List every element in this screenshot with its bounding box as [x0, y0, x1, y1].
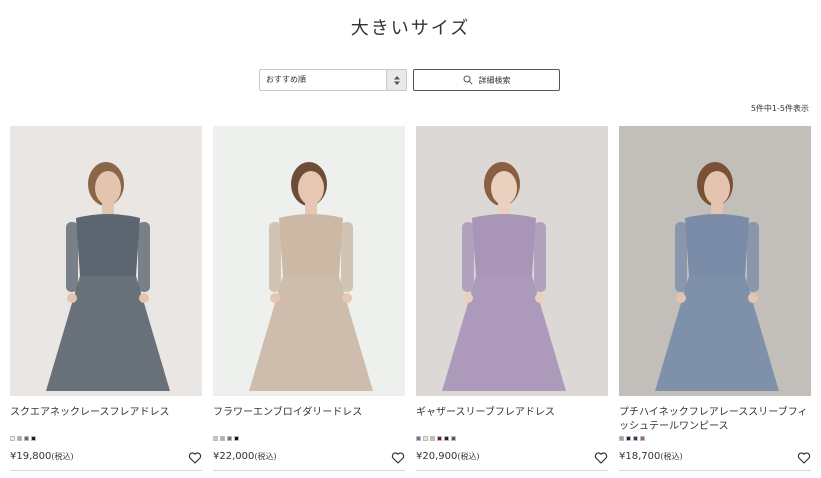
color-swatch[interactable]: [227, 436, 232, 441]
price-row: ¥22,000(税込): [213, 451, 405, 471]
color-swatch[interactable]: [416, 436, 421, 441]
product-image[interactable]: [619, 126, 811, 396]
price-row: ¥19,800(税込): [10, 451, 202, 471]
product-name[interactable]: ギャザースリーブフレアドレス: [416, 406, 608, 434]
color-swatch[interactable]: [444, 436, 449, 441]
color-swatches: [416, 436, 608, 441]
heart-icon[interactable]: [391, 451, 405, 465]
product-card[interactable]: スクエアネックレースフレアドレス ¥19,800(税込): [10, 126, 202, 476]
product-image[interactable]: [416, 126, 608, 396]
product-card[interactable]: フラワーエンブロイダリードレス ¥22,000(税込): [213, 126, 405, 476]
heart-icon[interactable]: [188, 451, 202, 465]
product-name[interactable]: スクエアネックレースフレアドレス: [10, 406, 202, 434]
result-count: 5件中1-5件表示: [750, 104, 809, 113]
product-image[interactable]: [213, 126, 405, 396]
color-swatch[interactable]: [423, 436, 428, 441]
color-swatch[interactable]: [633, 436, 638, 441]
tax-label: (税込): [660, 452, 683, 461]
price-value: ¥22,000: [213, 451, 255, 462]
price-value: ¥19,800: [10, 451, 52, 462]
color-swatches: [619, 436, 811, 441]
sort-select[interactable]: おすすめ順: [259, 69, 407, 91]
tax-label: (税込): [51, 452, 74, 461]
tax-label: (税込): [457, 452, 480, 461]
color-swatch[interactable]: [31, 436, 36, 441]
color-swatch[interactable]: [24, 436, 29, 441]
product-name[interactable]: フラワーエンブロイダリードレス: [213, 406, 405, 434]
color-swatch[interactable]: [234, 436, 239, 441]
sort-selected-value: おすすめ順: [266, 75, 306, 84]
color-swatch[interactable]: [213, 436, 218, 441]
heart-icon[interactable]: [797, 451, 811, 465]
color-swatch[interactable]: [626, 436, 631, 441]
color-swatch[interactable]: [619, 436, 624, 441]
color-swatch[interactable]: [220, 436, 225, 441]
filter-controls: おすすめ順 詳細検索: [259, 69, 560, 91]
product-price: ¥22,000(税込): [213, 451, 277, 462]
up-down-arrows-icon: [386, 70, 406, 90]
price-value: ¥20,900: [416, 451, 458, 462]
product-grid: スクエアネックレースフレアドレス ¥19,800(税込) フラワーエンブロイダリー…: [10, 126, 811, 476]
product-name[interactable]: プチハイネックフレアレーススリーブフィッシュテールワンピース: [619, 406, 811, 434]
price-row: ¥18,700(税込): [619, 451, 811, 471]
product-card[interactable]: プチハイネックフレアレーススリーブフィッシュテールワンピース ¥18,700(税込…: [619, 126, 811, 476]
color-swatches: [10, 436, 202, 441]
color-swatch[interactable]: [17, 436, 22, 441]
color-swatch[interactable]: [430, 436, 435, 441]
color-swatches: [213, 436, 405, 441]
search-icon: [463, 75, 473, 85]
color-swatch[interactable]: [451, 436, 456, 441]
product-price: ¥19,800(税込): [10, 451, 74, 462]
product-card[interactable]: ギャザースリーブフレアドレス ¥20,900(税込): [416, 126, 608, 476]
color-swatch[interactable]: [437, 436, 442, 441]
product-image[interactable]: [10, 126, 202, 396]
price-value: ¥18,700: [619, 451, 661, 462]
tax-label: (税込): [254, 452, 277, 461]
color-swatch[interactable]: [10, 436, 15, 441]
product-price: ¥18,700(税込): [619, 451, 683, 462]
detail-search-label: 詳細検索: [478, 75, 511, 85]
detail-search-button[interactable]: 詳細検索: [413, 69, 560, 91]
heart-icon[interactable]: [594, 451, 608, 465]
page-title: 大きいサイズ: [350, 18, 471, 39]
product-price: ¥20,900(税込): [416, 451, 480, 462]
price-row: ¥20,900(税込): [416, 451, 608, 471]
color-swatch[interactable]: [640, 436, 645, 441]
